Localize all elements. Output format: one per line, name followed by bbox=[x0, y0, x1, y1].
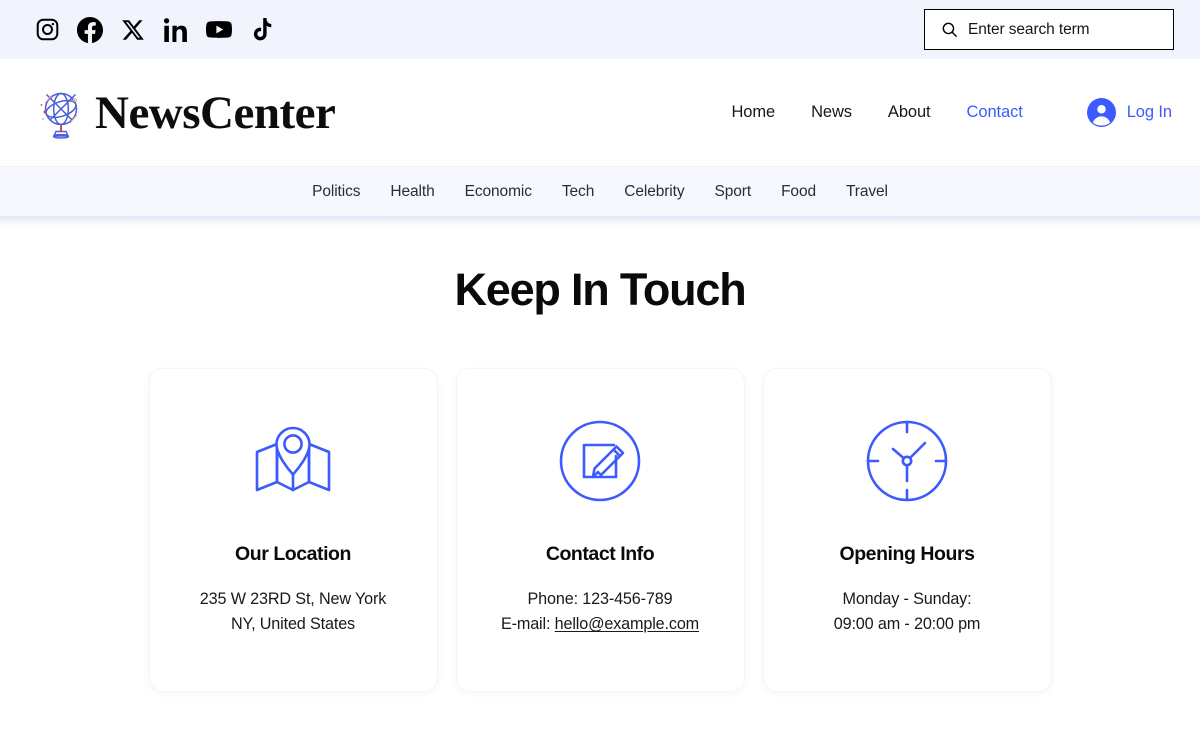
brand-name: NewsCenter bbox=[95, 87, 336, 139]
category-bar-shadow bbox=[0, 216, 1200, 228]
login-label: Log In bbox=[1126, 103, 1172, 121]
card-title: Opening Hours bbox=[839, 543, 975, 565]
phone-line: Phone: 123-456-789 bbox=[527, 590, 673, 608]
clock-icon bbox=[857, 413, 957, 509]
category-item-health[interactable]: Health bbox=[375, 183, 449, 201]
email-label: E-mail: bbox=[500, 615, 555, 633]
main-content: Keep In Touch Our Location 235 W 23RD St… bbox=[0, 228, 1200, 691]
card-opening-hours: Opening Hours Monday - Sunday: 09:00 am … bbox=[763, 369, 1051, 691]
page-title: Keep In Touch bbox=[454, 264, 746, 315]
youtube-icon[interactable] bbox=[206, 17, 232, 43]
card-title: Our Location bbox=[235, 543, 351, 565]
site-header: NewsCenter Home News About Contact Log I… bbox=[0, 59, 1200, 166]
hours-times: 09:00 am - 20:00 pm bbox=[833, 615, 981, 633]
facebook-icon[interactable] bbox=[77, 16, 103, 43]
instagram-icon[interactable] bbox=[34, 17, 60, 43]
search-box[interactable] bbox=[924, 9, 1174, 50]
email-link[interactable]: hello@example.com bbox=[555, 615, 700, 633]
card-contact-info: Contact Info Phone: 123-456-789 E-mail: … bbox=[456, 369, 744, 691]
brand-logo[interactable]: NewsCenter bbox=[36, 85, 336, 141]
category-bar-wrapper: Politics Health Economic Tech Celebrity … bbox=[0, 166, 1200, 228]
category-item-food[interactable]: Food bbox=[766, 183, 831, 201]
card-our-location: Our Location 235 W 23RD St, New York NY,… bbox=[149, 369, 437, 691]
location-line-1: 235 W 23RD St, New York bbox=[199, 590, 387, 608]
nav-item-about[interactable]: About bbox=[870, 103, 949, 122]
category-navigation: Politics Health Economic Tech Celebrity … bbox=[0, 166, 1200, 216]
search-input[interactable] bbox=[968, 20, 1161, 39]
x-twitter-icon[interactable] bbox=[120, 17, 146, 43]
top-utility-bar bbox=[0, 0, 1200, 59]
location-line-2: NY, United States bbox=[230, 615, 355, 633]
edit-pencil-circle-icon bbox=[550, 413, 650, 509]
category-item-economic[interactable]: Economic bbox=[450, 183, 547, 201]
tiktok-icon[interactable] bbox=[249, 17, 275, 43]
main-navigation: Home News About Contact Log In bbox=[713, 98, 1172, 127]
search-icon bbox=[941, 21, 958, 38]
linkedin-icon[interactable] bbox=[163, 17, 189, 43]
map-pin-icon bbox=[243, 413, 343, 509]
card-body: Phone: 123-456-789 E-mail: hello@example… bbox=[501, 587, 699, 637]
nav-item-contact[interactable]: Contact bbox=[949, 103, 1041, 122]
account-circle-icon bbox=[1086, 98, 1116, 127]
hours-days: Monday - Sunday: bbox=[842, 590, 972, 608]
card-title: Contact Info bbox=[545, 543, 655, 565]
category-item-travel[interactable]: Travel bbox=[831, 183, 903, 201]
globe-icon bbox=[36, 85, 86, 141]
email-line: E-mail: hello@example.com bbox=[501, 612, 699, 637]
login-button[interactable]: Log In bbox=[1086, 98, 1172, 127]
social-links bbox=[34, 16, 275, 43]
category-item-celebrity[interactable]: Celebrity bbox=[609, 183, 699, 201]
category-item-politics[interactable]: Politics bbox=[297, 183, 375, 201]
nav-item-news[interactable]: News bbox=[793, 103, 870, 122]
nav-item-home[interactable]: Home bbox=[713, 103, 793, 122]
contact-cards: Our Location 235 W 23RD St, New York NY,… bbox=[0, 369, 1200, 691]
card-body: Monday - Sunday: 09:00 am - 20:00 pm bbox=[834, 587, 981, 637]
category-item-tech[interactable]: Tech bbox=[547, 183, 609, 201]
card-body: 235 W 23RD St, New York NY, United State… bbox=[199, 587, 387, 637]
category-item-sport[interactable]: Sport bbox=[700, 183, 767, 201]
